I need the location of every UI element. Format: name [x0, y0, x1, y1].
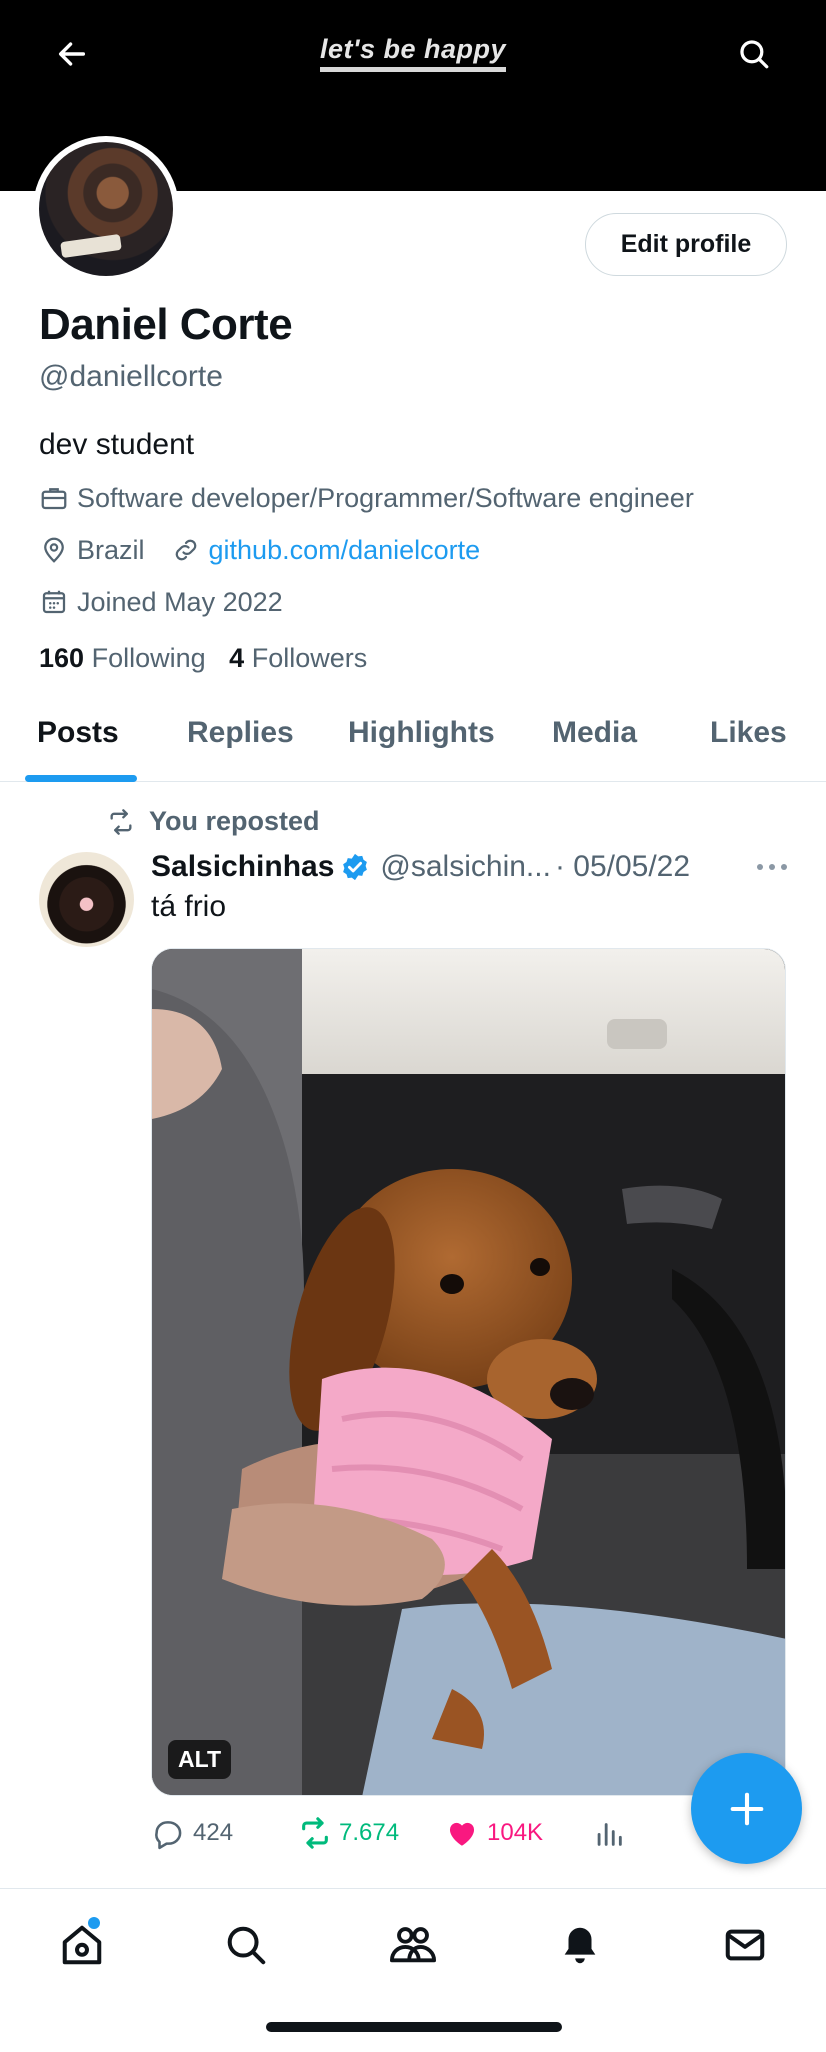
notifications-icon — [564, 1927, 596, 1964]
like-action[interactable]: 104K — [445, 1813, 543, 1853]
tab-media[interactable]: Media — [552, 716, 637, 750]
heart-icon — [449, 1822, 475, 1846]
analytics-icon — [597, 1823, 622, 1846]
tab-likes[interactable]: Likes — [710, 716, 787, 750]
following-link[interactable]: 160 Following — [39, 643, 206, 673]
messages-icon — [725, 1929, 765, 1961]
post-author-avatar[interactable] — [39, 852, 134, 947]
profile-location-row: Brazil github.com/danielcorte — [39, 532, 480, 568]
dachshund-photo — [152, 949, 785, 1795]
views-action[interactable] — [592, 1813, 626, 1853]
tab-posts[interactable]: Posts — [37, 716, 119, 750]
verified-badge-icon — [343, 853, 368, 881]
briefcase-icon — [41, 488, 67, 510]
alt-text-badge[interactable]: ALT — [168, 1740, 232, 1779]
post-text: tá frio — [151, 890, 227, 923]
followers-link[interactable]: 4 Followers — [229, 643, 367, 673]
profile-page: let's be happy Edit profile Daniel Corte… — [0, 0, 826, 2052]
calendar-icon — [42, 590, 66, 614]
repost-icon — [110, 808, 132, 835]
reply-action[interactable]: 424 — [151, 1813, 233, 1853]
profile-bio: dev student — [39, 428, 195, 461]
plus-icon — [730, 1792, 763, 1825]
more-horizontal-icon — [757, 864, 787, 870]
home-indicator[interactable] — [266, 2022, 562, 2032]
profile-handle: @daniellcorte — [39, 360, 223, 393]
repost-action[interactable]: 7.674 — [297, 1813, 399, 1853]
profile-name: Daniel Corte — [39, 300, 293, 349]
post-date[interactable]: · 05/05/22 — [555, 850, 690, 884]
search-icon — [227, 1926, 266, 1965]
edit-profile-button[interactable]: Edit profile — [585, 213, 787, 276]
nav-messages[interactable] — [715, 1915, 775, 1975]
reply-icon — [155, 1821, 182, 1850]
profile-location: Brazil — [77, 534, 145, 565]
post-more-button[interactable] — [752, 852, 792, 882]
post-author-handle[interactable]: @salsichin... — [380, 850, 551, 884]
profile-website-link[interactable]: github.com/danielcorte — [209, 535, 481, 566]
repost-icon — [302, 1817, 328, 1849]
tab-replies[interactable]: Replies — [187, 716, 294, 750]
tab-highlights[interactable]: Highlights — [348, 716, 495, 750]
communities-icon — [389, 1927, 436, 1963]
active-tab-indicator — [25, 775, 137, 782]
profile-avatar[interactable] — [33, 136, 179, 282]
banner-title: let's be happy — [0, 34, 826, 72]
profile-joined: Joined May 2022 — [39, 584, 283, 620]
search-icon — [740, 40, 769, 69]
post-author-name[interactable]: Salsichinhas — [151, 850, 334, 884]
home-icon — [62, 1925, 102, 1965]
link-icon — [175, 539, 196, 561]
notification-dot — [88, 1917, 100, 1929]
nav-home[interactable] — [52, 1915, 112, 1975]
follow-counts: 160 Following 4 Followers — [39, 643, 367, 674]
post-header: Salsichinhas @salsichin... · 05/05/22 — [151, 847, 690, 887]
location-pin-icon — [44, 537, 64, 563]
compose-post-button[interactable] — [691, 1753, 802, 1864]
post-media[interactable]: ALT — [151, 948, 786, 1796]
nav-communities[interactable] — [383, 1915, 443, 1975]
search-button[interactable] — [724, 24, 784, 84]
repost-indicator: You reposted — [105, 806, 320, 837]
profile-profession: Software developer/Programmer/Software e… — [39, 480, 694, 516]
nav-notifications[interactable] — [550, 1915, 610, 1975]
profile-tabs: Posts Replies Highlights Media Likes — [0, 700, 826, 782]
nav-search[interactable] — [216, 1915, 276, 1975]
